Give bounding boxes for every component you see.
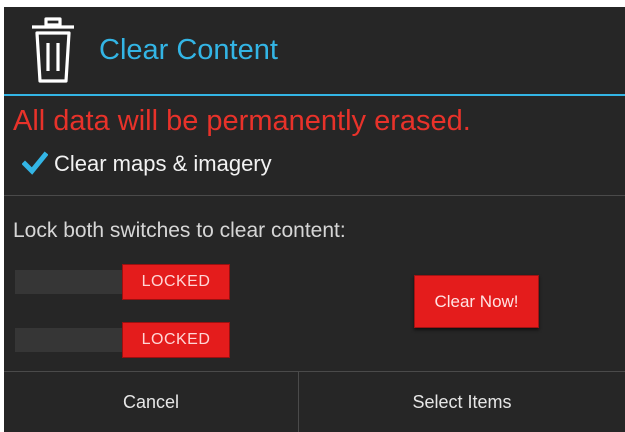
select-items-button[interactable]: Select Items <box>299 372 625 432</box>
cancel-button[interactable]: Cancel <box>4 372 298 432</box>
dialog-title-bar: Clear Content <box>4 7 625 94</box>
checkbox-label: Clear maps & imagery <box>54 151 272 176</box>
checkmark-icon[interactable] <box>22 151 48 177</box>
dialog-title: Clear Content <box>99 34 278 66</box>
lock-switch-2[interactable]: LOCKED <box>15 322 230 358</box>
switch-thumb-locked[interactable]: LOCKED <box>122 264 230 300</box>
section-divider <box>4 195 625 196</box>
clear-content-dialog: Clear Content All data will be permanent… <box>4 7 625 432</box>
clear-now-button[interactable]: Clear Now! <box>414 275 539 328</box>
switch-track <box>15 328 125 352</box>
trash-icon <box>32 17 74 83</box>
switch-track <box>15 270 125 294</box>
switch-thumb-locked[interactable]: LOCKED <box>122 322 230 358</box>
title-divider <box>4 94 625 96</box>
clear-maps-checkbox[interactable]: Clear maps & imagery <box>22 147 272 181</box>
warning-message: All data will be permanently erased. <box>13 105 471 137</box>
instruction-text: Lock both switches to clear content: <box>13 219 346 242</box>
lock-switch-1[interactable]: LOCKED <box>15 264 230 300</box>
